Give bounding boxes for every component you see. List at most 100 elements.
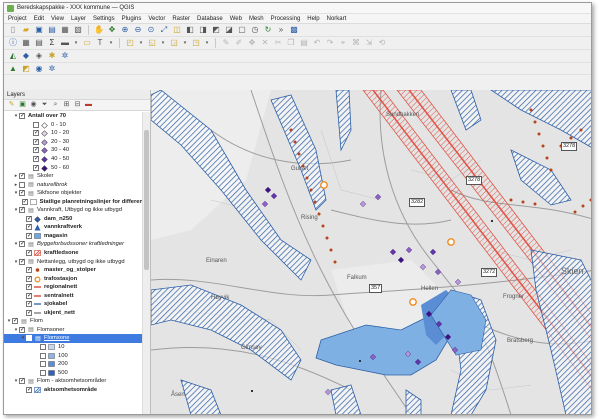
layer-tree-row[interactable]: ✓ sjokabel [4,300,143,309]
layer-visibility-checkbox[interactable]: ✓ [12,318,18,325]
deselect-icon[interactable]: ◳ [191,38,201,48]
select-all-dropdown-icon[interactable]: ▾ [182,38,188,48]
layer-visibility-checkbox[interactable]: ✓ [26,232,32,239]
layer-tree-row[interactable]: ✓ 10 - 20 [4,129,143,138]
layer-visibility-checkbox[interactable]: ✓ [26,309,32,316]
zoom-full-icon[interactable]: ⤢ [159,25,169,35]
layer-tree-row[interactable]: 500 [4,368,143,377]
vertex-tool-icon[interactable]: ✥ [247,38,257,48]
layer-tree-row[interactable]: ▾ ✓ Antall over 70 [4,112,143,121]
menu-project[interactable]: Project [7,16,28,22]
menu-processing[interactable]: Processing [270,16,302,22]
layer-tree-row[interactable]: ✓ dam_n250 [4,215,143,224]
layer-visibility-checkbox[interactable] [40,369,46,376]
layer-tree-row[interactable]: ▸ ▤ naturellbrok [4,180,143,189]
layer-visibility-checkbox[interactable]: ✓ [33,130,39,137]
menu-mesh[interactable]: Mesh [248,16,265,22]
layer-visibility-checkbox[interactable]: ✓ [26,250,32,257]
select-all-icon[interactable]: ◲ [169,38,179,48]
rotate-label-icon[interactable]: ⟲ [377,38,387,48]
layer-visibility-checkbox[interactable]: ✓ [26,292,32,299]
zoom-layer-icon[interactable]: ◧ [185,25,195,35]
layer-visibility-checkbox[interactable]: ✓ [33,164,39,171]
layer-tree-row[interactable]: 10 [4,343,143,352]
save-project-icon[interactable]: ▣ [34,25,44,35]
layer-visibility-checkbox[interactable]: ✓ [19,113,25,120]
layer-visibility-checkbox[interactable]: ✓ [26,301,32,308]
layer-tree-row[interactable]: ▾ ✓ ▤ Vannkraft, Utbygd og ikke utbygd [4,206,143,215]
layer-visibility-checkbox[interactable] [19,181,25,188]
deselect-dropdown-icon[interactable]: ▾ [204,38,210,48]
layer-tree-row[interactable]: ✓ 30 - 40 [4,146,143,155]
menu-settings[interactable]: Settings [92,16,116,22]
layer-tree-row[interactable]: ✓ kraftledsone [4,249,143,258]
edit-pencil-icon[interactable]: ✎ [221,38,231,48]
open-project-icon[interactable]: ▰ [21,25,31,35]
layer-tree-row[interactable]: ✓ 40 - 50 [4,155,143,164]
layer-visibility-checkbox[interactable]: ✓ [33,138,39,145]
layer-visibility-checkbox[interactable]: ✓ [19,326,25,333]
layer-visibility-checkbox[interactable]: ✓ [19,241,25,248]
pan-map-icon[interactable]: ✋ [94,25,104,35]
layer-visibility-checkbox[interactable]: ✓ [19,173,25,180]
layer-visibility-checkbox[interactable]: ✓ [33,156,39,162]
zoom-last-icon[interactable]: ◩ [211,25,221,35]
open-styling-icon[interactable]: ✎ [7,101,16,110]
snowflake-plugin-icon[interactable]: ✲ [60,51,70,61]
zoom-out-icon[interactable]: ⊖ [133,25,143,35]
map-themes-icon[interactable]: ◉ [29,101,38,110]
menu-norkart[interactable]: Norkart [326,16,348,22]
more-tools-chevron-icon[interactable]: » [276,25,286,35]
refresh-icon[interactable]: ↻ [263,25,273,35]
pan-to-selection-icon[interactable]: ✥ [107,25,117,35]
field-calculator-icon[interactable]: ▤ [34,38,44,48]
layer-visibility-checkbox[interactable]: ✓ [19,258,25,265]
layer-tree-row[interactable]: ✓ 20 - 30 [4,138,143,147]
zoom-in-icon[interactable]: ⊕ [120,25,130,35]
layer-tree-row[interactable]: ▾ ✓ ▤ Byggeforbudssoner kraftledninger [4,240,143,249]
layer-visibility-checkbox[interactable]: ✓ [19,207,25,214]
layer-visibility-checkbox[interactable]: ✓ [26,335,32,342]
collapse-all-icon[interactable]: ⊟ [73,101,82,110]
georeferencer-icon[interactable]: ◭ [8,51,18,61]
new-map-view-icon[interactable]: ▢ [237,25,247,35]
zoom-selection-icon[interactable]: ◫ [172,25,182,35]
copy-icon[interactable]: ❐ [286,38,296,48]
remove-layer-icon[interactable]: ▬ [84,101,93,110]
layout-manager-icon[interactable]: ▧ [73,25,83,35]
layer-visibility-checkbox[interactable] [40,361,46,368]
menu-database[interactable]: Database [196,16,224,22]
layer-visibility-checkbox[interactable]: ✓ [21,198,28,205]
layer-tree-row[interactable]: ▾ ✓ ▤ Sikfsone objekter [4,189,143,198]
layer-visibility-checkbox[interactable]: ✓ [26,224,32,231]
move-label-icon[interactable]: ⇲ [364,38,374,48]
layer-visibility-checkbox[interactable] [33,121,39,128]
annotation-dropdown-icon[interactable]: ▾ [108,38,114,48]
layer-tree-row[interactable]: ✓ sentralnett [4,291,143,300]
layer-visibility-checkbox[interactable]: ✓ [33,147,39,154]
label-tool-icon[interactable]: ⌖ [338,38,348,48]
python-console-icon[interactable]: ▩ [289,25,299,35]
map-tips-icon[interactable]: ▭ [82,38,92,48]
identify-icon[interactable]: ⓘ [8,38,18,48]
filter-legend-icon[interactable]: ⏷ [40,101,49,110]
statistics-sigma-icon[interactable]: Σ [47,38,57,48]
temporal-controller-icon[interactable]: ◷ [250,25,260,35]
layer-tree-row[interactable]: ▾ ✓ ▤ Flomsone [4,334,143,343]
layer-tree-scrollbar[interactable] [142,112,150,414]
layer-visibility-checkbox[interactable]: ✓ [26,275,32,282]
color-picker-icon[interactable]: ✱ [47,51,57,61]
menu-view[interactable]: View [50,16,65,22]
select-by-expression-icon[interactable]: ◱ [147,38,157,48]
new-project-icon[interactable]: ▯ [8,25,18,35]
layer-tree-row[interactable]: ▾ ✓ ▤ Nettanlegg, utbygd og ikke utbygd [4,257,143,266]
add-group-icon[interactable]: ▣ [18,101,27,110]
layer-tree-row[interactable]: ▾ ✓ ▤ Flomsoner [4,326,143,335]
add-layer-icon[interactable]: ▲ [8,64,18,74]
menu-vector[interactable]: Vector [147,16,166,22]
layer-tree-row[interactable]: ✓ ukjent_nett [4,309,143,318]
menu-help[interactable]: Help [306,16,320,22]
layer-visibility-checkbox[interactable]: ✓ [26,267,32,274]
layer-tree-row[interactable]: ✓ master_og_stolper [4,266,143,275]
layer-tree-row[interactable]: ✓ 50 - 60 [4,163,143,172]
